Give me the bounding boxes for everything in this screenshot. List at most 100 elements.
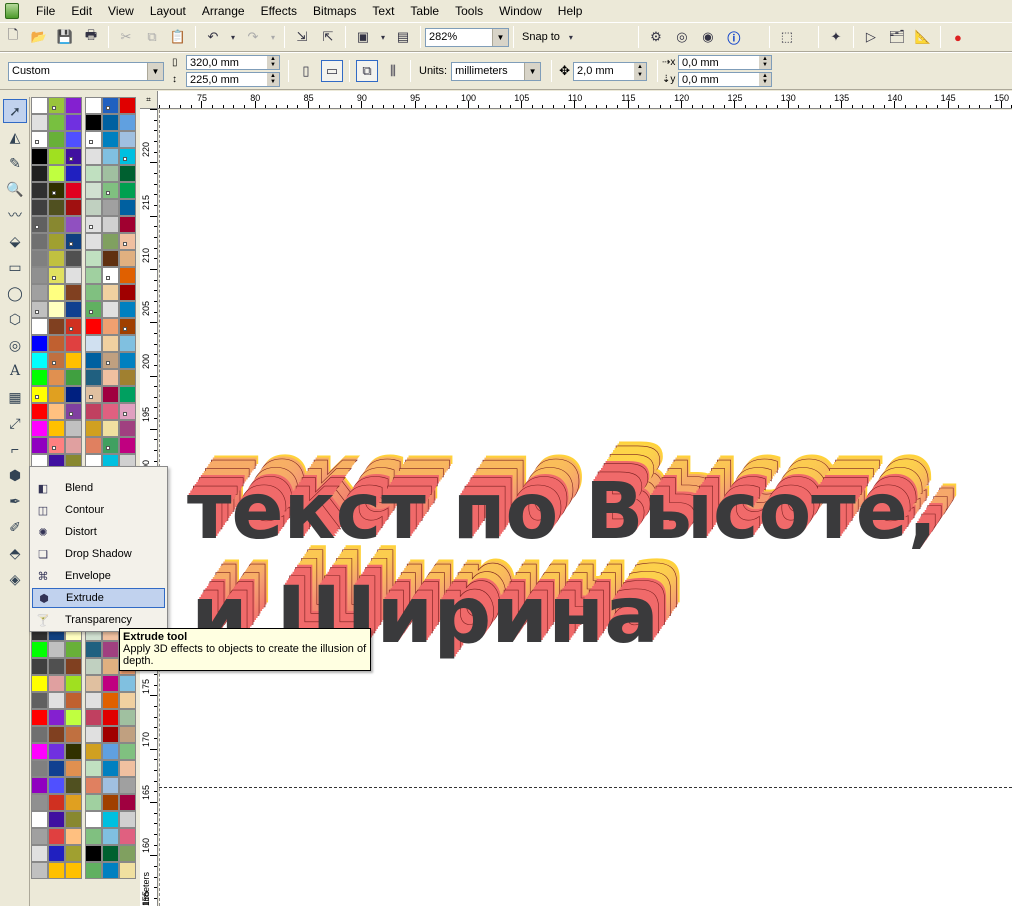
color-swatch[interactable]: [31, 386, 48, 403]
corel-connect-icon[interactable]: ⚙: [645, 26, 667, 48]
color-swatch[interactable]: [119, 692, 136, 709]
new-document-icon[interactable]: 🗋: [2, 26, 24, 48]
color-swatch[interactable]: [85, 760, 102, 777]
color-swatch[interactable]: [48, 658, 65, 675]
smart-fill-tool-icon[interactable]: ⬙: [3, 229, 27, 253]
color-swatch[interactable]: [65, 250, 82, 267]
color-swatch[interactable]: [65, 318, 82, 335]
export-icon[interactable]: ⇱: [317, 26, 339, 48]
color-swatch[interactable]: [31, 675, 48, 692]
color-swatch[interactable]: [31, 743, 48, 760]
color-swatch[interactable]: [48, 301, 65, 318]
save-icon[interactable]: 💾: [54, 26, 76, 48]
color-swatch[interactable]: [65, 148, 82, 165]
connector-tool-icon[interactable]: ⌐: [3, 437, 27, 461]
snap-to-button[interactable]: Snap to: [522, 31, 560, 43]
landscape-icon[interactable]: ▭: [321, 60, 343, 82]
color-swatch[interactable]: [85, 301, 102, 318]
color-swatch[interactable]: [31, 641, 48, 658]
spin-arrows-icon[interactable]: ▲ ▼: [267, 56, 279, 69]
color-swatch[interactable]: [65, 216, 82, 233]
flyout-item-contour[interactable]: ◫ Contour: [32, 500, 165, 520]
record-macro-icon[interactable]: ●: [947, 26, 969, 48]
color-swatch[interactable]: [119, 284, 136, 301]
color-swatch[interactable]: [65, 862, 82, 879]
undo-icon[interactable]: ↶: [202, 26, 224, 48]
color-swatch[interactable]: [119, 437, 136, 454]
color-swatch[interactable]: [48, 352, 65, 369]
color-swatch[interactable]: [102, 335, 119, 352]
color-swatch[interactable]: [31, 148, 48, 165]
color-swatch[interactable]: [65, 165, 82, 182]
menu-tools[interactable]: Tools: [455, 4, 492, 18]
color-swatch[interactable]: [85, 335, 102, 352]
color-swatch[interactable]: [31, 216, 48, 233]
color-swatch[interactable]: [102, 301, 119, 318]
color-swatch[interactable]: [31, 726, 48, 743]
color-swatch[interactable]: [102, 828, 119, 845]
color-swatch[interactable]: [65, 743, 82, 760]
color-swatch[interactable]: [119, 709, 136, 726]
menu-help[interactable]: Help: [558, 4, 592, 18]
app-icon[interactable]: [5, 3, 19, 19]
color-swatch[interactable]: [31, 862, 48, 879]
open-icon[interactable]: 📂: [28, 26, 50, 48]
color-swatch[interactable]: [48, 114, 65, 131]
color-swatch[interactable]: [102, 437, 119, 454]
flyout-item-drop-shadow[interactable]: ❏ Drop Shadow: [32, 544, 165, 564]
page-height-field[interactable]: 225,0 mm ▲ ▼: [186, 72, 280, 87]
zoom-tool-icon[interactable]: 🔍: [3, 177, 27, 201]
menu-window[interactable]: Window: [499, 4, 551, 18]
menu-edit[interactable]: Edit: [71, 4, 101, 18]
color-swatch[interactable]: [31, 114, 48, 131]
color-swatch[interactable]: [48, 199, 65, 216]
color-swatch[interactable]: [102, 165, 119, 182]
spin-arrows-icon[interactable]: ▲ ▼: [267, 73, 279, 86]
color-swatch[interactable]: [48, 675, 65, 692]
color-swatch[interactable]: [65, 114, 82, 131]
color-swatch[interactable]: [119, 148, 136, 165]
duplicate-y-field[interactable]: 0,0 mm ▲ ▼: [678, 72, 773, 87]
menu-arrange[interactable]: Arrange: [202, 4, 254, 18]
color-swatch[interactable]: [102, 641, 119, 658]
redo-dropdown-icon[interactable]: ▾: [268, 26, 278, 48]
color-swatch[interactable]: [102, 709, 119, 726]
paste-icon[interactable]: 📋: [167, 26, 189, 48]
color-swatch[interactable]: [102, 794, 119, 811]
color-swatch[interactable]: [65, 386, 82, 403]
color-swatch[interactable]: [31, 828, 48, 845]
text-tool-icon[interactable]: A: [3, 359, 27, 383]
color-swatch[interactable]: [65, 284, 82, 301]
run-macro-icon[interactable]: ▷: [860, 26, 882, 48]
color-swatch[interactable]: [65, 675, 82, 692]
flyout-item-transparency[interactable]: 🍸 Transparency: [32, 610, 165, 630]
color-swatch[interactable]: [48, 403, 65, 420]
color-swatch[interactable]: [102, 216, 119, 233]
current-page-icon[interactable]: ⫼: [382, 60, 404, 82]
color-swatch[interactable]: [119, 386, 136, 403]
spin-arrows-icon[interactable]: ▲ ▼: [759, 56, 772, 69]
color-swatch[interactable]: [65, 233, 82, 250]
color-swatch[interactable]: [48, 828, 65, 845]
smudge-tool-icon[interactable]: ✎: [3, 151, 27, 175]
color-swatch[interactable]: [119, 777, 136, 794]
color-swatch[interactable]: [119, 403, 136, 420]
color-swatch[interactable]: [119, 352, 136, 369]
copy-icon[interactable]: ⧉: [141, 26, 163, 48]
menu-layout[interactable]: Layout: [150, 4, 195, 18]
color-swatch[interactable]: [65, 641, 82, 658]
color-swatch[interactable]: [48, 250, 65, 267]
macro-editor-icon[interactable]: 📐: [912, 26, 934, 48]
color-swatch[interactable]: [48, 760, 65, 777]
color-swatch[interactable]: [85, 692, 102, 709]
spin-arrows-icon[interactable]: ▲ ▼: [634, 62, 647, 80]
color-swatch[interactable]: [119, 369, 136, 386]
color-swatch[interactable]: [65, 692, 82, 709]
import-icon[interactable]: ⇲: [291, 26, 313, 48]
color-swatch[interactable]: [119, 726, 136, 743]
color-swatch[interactable]: [85, 369, 102, 386]
color-swatch[interactable]: [102, 97, 119, 114]
color-swatch[interactable]: [65, 658, 82, 675]
interactive-effects-tool-icon[interactable]: ⬢: [3, 463, 27, 487]
color-swatch[interactable]: [48, 318, 65, 335]
